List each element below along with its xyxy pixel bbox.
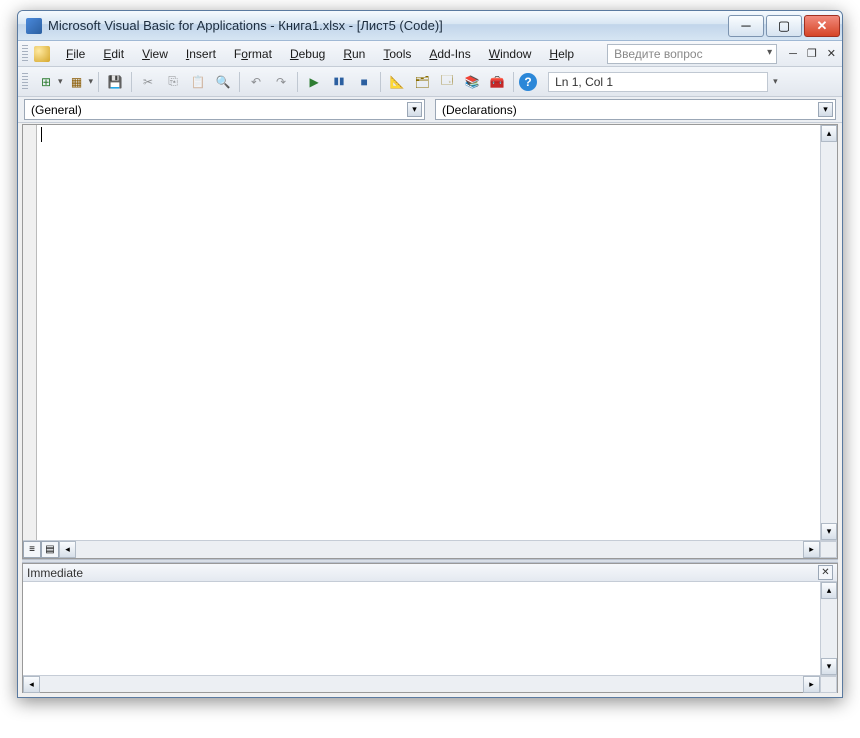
maximize-button[interactable]: ▢	[766, 15, 802, 37]
insert-userform-icon[interactable]: ▦	[66, 71, 88, 93]
immediate-window: Immediate ✕ ▴ ▾ ◂ ▸	[22, 563, 838, 693]
scroll-down-button[interactable]: ▾	[821, 523, 837, 540]
toolbox-icon[interactable]: 🧰	[486, 71, 508, 93]
scroll-track[interactable]	[40, 676, 803, 692]
code-dropdowns: (General) ▾ (Declarations) ▾	[18, 97, 842, 123]
mdi-system-icon[interactable]	[34, 46, 50, 62]
full-module-view-button[interactable]: ▤	[41, 541, 59, 558]
menu-window[interactable]: Window	[481, 44, 540, 64]
menu-insert[interactable]: Insert	[178, 44, 224, 64]
menu-format[interactable]: Format	[226, 44, 280, 64]
excel-view-icon[interactable]: ⊞	[35, 71, 57, 93]
scroll-track[interactable]	[76, 541, 803, 558]
menu-edit[interactable]: Edit	[95, 44, 132, 64]
save-icon[interactable]: 💾	[104, 71, 126, 93]
mdi-restore-button[interactable]: ❐	[805, 47, 819, 60]
scroll-up-button[interactable]: ▴	[821, 582, 837, 599]
text-cursor	[41, 127, 42, 142]
undo-icon[interactable]: ↶	[245, 71, 267, 93]
help-icon[interactable]: ?	[519, 73, 537, 91]
immediate-close-button[interactable]: ✕	[818, 565, 833, 580]
chevron-down-icon[interactable]: ▾	[818, 102, 833, 117]
project-explorer-icon[interactable]: 🗂	[411, 71, 433, 93]
scroll-right-button[interactable]: ▸	[803, 676, 820, 693]
toolbar: ⊞ ▾ ▦ ▾ 💾 ✂ ⎘ 📋 🔍 ↶ ↷ ▶ ▮▮ ■ 📐 🗂 🗔 📚 🧰 ?…	[18, 67, 842, 97]
cursor-position-field: Ln 1, Col 1	[548, 72, 768, 92]
scroll-left-button[interactable]: ◂	[59, 541, 76, 558]
redo-icon[interactable]: ↷	[270, 71, 292, 93]
margin-indicator-bar[interactable]	[23, 125, 37, 540]
vertical-scrollbar[interactable]: ▴ ▾	[820, 582, 837, 675]
menu-help[interactable]: Help	[541, 44, 582, 64]
immediate-title-label: Immediate	[27, 566, 83, 580]
scroll-left-button[interactable]: ◂	[23, 676, 40, 693]
horizontal-scrollbar[interactable]: ◂ ▸	[23, 676, 820, 692]
mdi-close-button[interactable]: ✕	[825, 47, 838, 60]
app-icon	[26, 18, 42, 34]
object-combobox-value: (General)	[31, 103, 82, 117]
code-editor[interactable]	[37, 125, 820, 540]
code-editor-pane: ▴ ▾ ≡ ▤ ◂ ▸	[22, 124, 838, 559]
paste-icon[interactable]: 📋	[187, 71, 209, 93]
scroll-track[interactable]	[821, 142, 837, 523]
scroll-right-button[interactable]: ▸	[803, 541, 820, 558]
immediate-titlebar[interactable]: Immediate ✕	[23, 564, 837, 582]
cut-icon[interactable]: ✂	[137, 71, 159, 93]
reset-icon[interactable]: ■	[353, 71, 375, 93]
properties-window-icon[interactable]: 🗔	[436, 71, 458, 93]
menubar: File Edit View Insert Format Debug Run T…	[18, 41, 842, 67]
procedure-view-button[interactable]: ≡	[23, 541, 41, 558]
minimize-button[interactable]: ─	[728, 15, 764, 37]
vertical-scrollbar[interactable]: ▴ ▾	[820, 125, 837, 540]
chevron-down-icon[interactable]: ▾	[407, 102, 422, 117]
toolbar-options-dropdown[interactable]: ▾	[773, 76, 778, 87]
find-icon[interactable]: 🔍	[212, 71, 234, 93]
titlebar[interactable]: Microsoft Visual Basic for Applications …	[18, 11, 842, 41]
menu-view[interactable]: View	[134, 44, 176, 64]
procedure-combobox[interactable]: (Declarations) ▾	[435, 99, 836, 120]
scroll-track[interactable]	[821, 599, 837, 658]
immediate-input[interactable]	[23, 582, 820, 675]
procedure-combobox-value: (Declarations)	[442, 103, 517, 117]
toolbar-grip-2[interactable]	[22, 73, 28, 91]
app-window: Microsoft Visual Basic for Applications …	[17, 10, 843, 698]
toolbar-grip[interactable]	[22, 45, 28, 63]
copy-icon[interactable]: ⎘	[162, 71, 184, 93]
insert-dropdown[interactable]: ▾	[89, 76, 94, 87]
window-title: Microsoft Visual Basic for Applications …	[48, 18, 728, 33]
window-controls: ─ ▢ ✕	[728, 15, 840, 37]
mdi-minimize-button[interactable]: ─	[787, 48, 799, 60]
scroll-down-button[interactable]: ▾	[821, 658, 837, 675]
mdi-controls: ─ ❐ ✕	[787, 47, 838, 60]
scroll-up-button[interactable]: ▴	[821, 125, 837, 142]
excel-view-dropdown[interactable]: ▾	[58, 76, 63, 87]
menu-tools[interactable]: Tools	[375, 44, 419, 64]
close-button[interactable]: ✕	[804, 15, 840, 37]
object-browser-icon[interactable]: 📚	[461, 71, 483, 93]
horizontal-scrollbar[interactable]: ◂ ▸	[59, 541, 820, 558]
menu-debug[interactable]: Debug	[282, 44, 333, 64]
menu-addins[interactable]: Add-Ins	[421, 44, 478, 64]
design-mode-icon[interactable]: 📐	[386, 71, 408, 93]
scroll-corner	[820, 676, 837, 693]
run-icon[interactable]: ▶	[303, 71, 325, 93]
menu-run[interactable]: Run	[335, 44, 373, 64]
break-icon[interactable]: ▮▮	[328, 71, 350, 93]
object-combobox[interactable]: (General) ▾	[24, 99, 425, 120]
help-search-input[interactable]: Введите вопрос	[607, 44, 777, 64]
scroll-corner	[820, 541, 837, 558]
menu-file[interactable]: File	[58, 44, 93, 64]
